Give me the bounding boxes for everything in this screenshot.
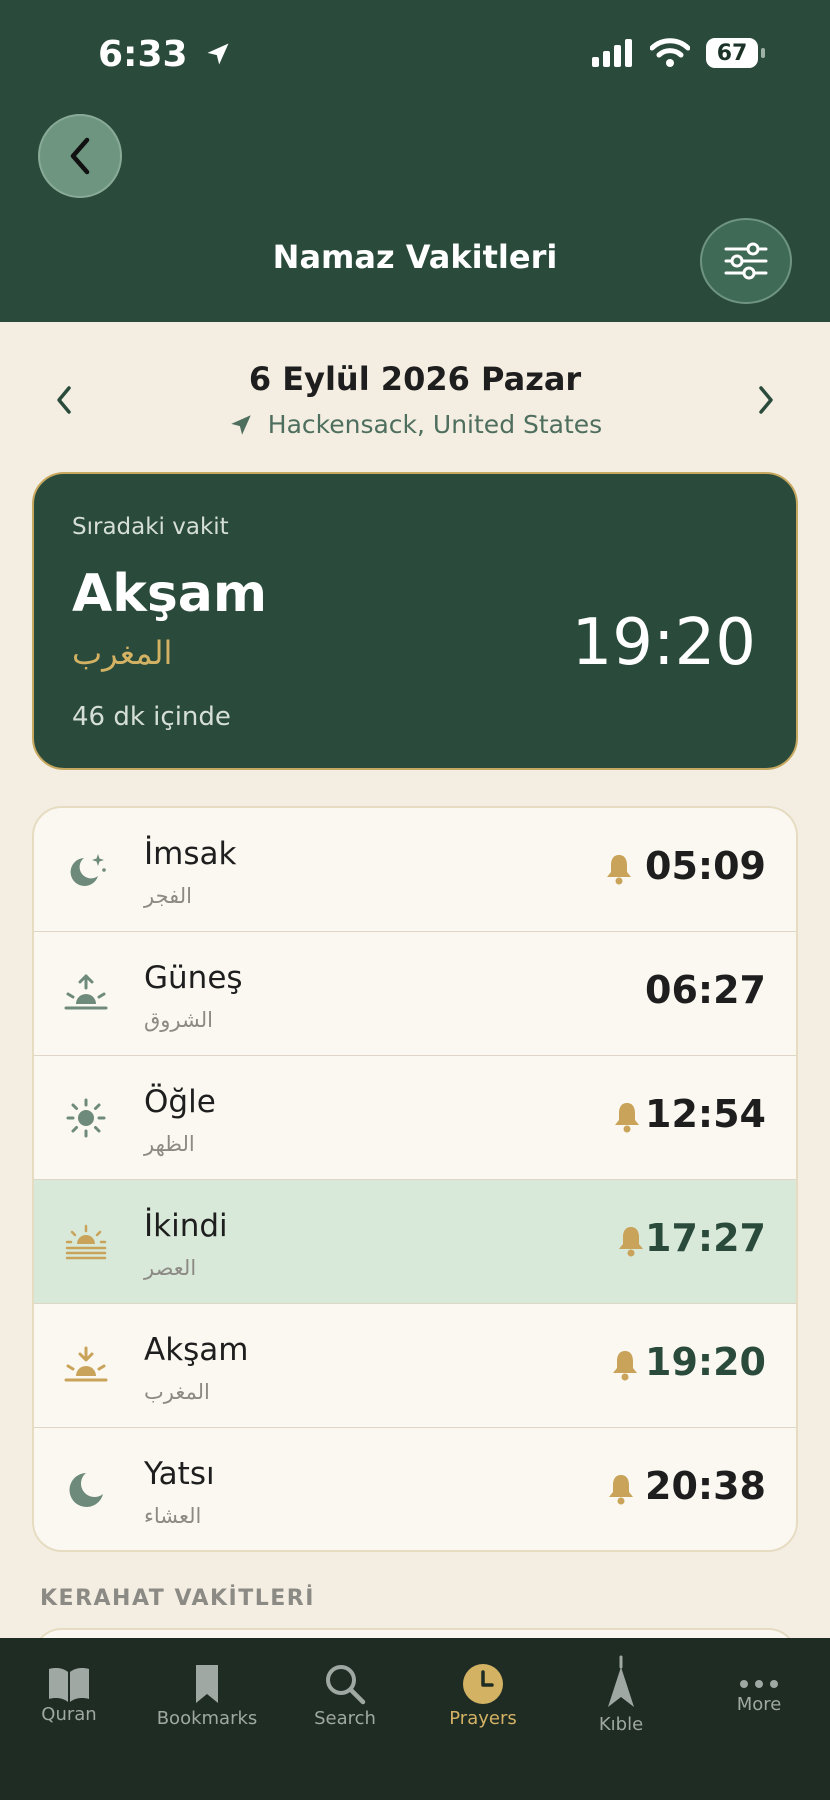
prayer-row-ikindi[interactable]: İkindi العصر 17:27	[34, 1180, 796, 1304]
next-prayer-time: 19:20	[571, 606, 756, 680]
prayer-time: 19:20	[645, 1340, 766, 1384]
tab-label: Prayers	[449, 1708, 517, 1729]
prayer-time: 20:38	[645, 1464, 766, 1508]
chevron-left-icon	[70, 137, 90, 175]
tab-label: Quran	[41, 1704, 97, 1725]
prayer-name: İkindi	[144, 1208, 228, 1244]
prayer-row-ogle[interactable]: Öğle الظهر 12:54	[34, 1056, 796, 1180]
bell-icon[interactable]	[610, 1348, 640, 1382]
next-prayer-name: Akşam	[72, 564, 268, 624]
clock-icon	[414, 1654, 552, 1714]
moon-icon	[64, 1470, 108, 1510]
tab-label: Kıble	[598, 1714, 644, 1735]
back-button[interactable]	[38, 114, 122, 198]
bell-icon[interactable]	[604, 852, 634, 886]
bookmark-icon	[138, 1654, 276, 1714]
next-prayer-label: Sıradaki vakit	[72, 514, 229, 540]
prayer-name: Akşam	[144, 1332, 249, 1368]
selected-date: 6 Eylül 2026 Pazar	[248, 360, 582, 398]
signal-icon	[592, 39, 632, 67]
wifi-icon	[650, 38, 690, 67]
location-arrow-icon	[207, 43, 229, 65]
tab-label: More	[736, 1694, 782, 1715]
prayer-name: İmsak	[144, 836, 237, 872]
tab-bookmarks[interactable]: Bookmarks	[138, 1638, 276, 1800]
tab-qibla[interactable]: Kıble	[552, 1638, 690, 1800]
prayer-time: 05:09	[645, 844, 766, 888]
tab-label: Search	[314, 1708, 376, 1729]
sliders-icon	[724, 242, 768, 280]
prayer-row-aksam[interactable]: Akşam المغرب 19:20	[34, 1304, 796, 1428]
header: 6:33 67 Namaz Vakitleri	[0, 0, 830, 322]
bell-icon[interactable]	[606, 1472, 636, 1506]
bell-icon[interactable]	[616, 1224, 646, 1258]
prayer-arabic: الشروق	[144, 1008, 213, 1032]
tab-label: Bookmarks	[156, 1708, 258, 1729]
location-label: Hackensack, United States	[0, 410, 830, 439]
tab-quran[interactable]: Quran	[0, 1638, 138, 1800]
prayer-arabic: العشاء	[144, 1504, 202, 1528]
sun-icon	[64, 1098, 108, 1138]
search-icon	[276, 1654, 414, 1714]
tab-bar: Quran Bookmarks Search Prayers Kıble Mor…	[0, 1638, 830, 1800]
next-prayer-remaining: 46 dk içinde	[72, 702, 231, 732]
status-time: 6:33	[98, 34, 232, 75]
prayer-time: 12:54	[645, 1092, 766, 1136]
next-day-button[interactable]	[746, 380, 786, 420]
chevron-right-icon	[759, 386, 773, 414]
settings-button[interactable]	[700, 218, 792, 304]
battery-indicator: 67	[706, 38, 765, 68]
prayer-time: 06:27	[645, 968, 766, 1012]
prayer-arabic: المغرب	[144, 1380, 210, 1404]
prayer-row-gunes[interactable]: Güneş الشروق 06:27	[34, 932, 796, 1056]
bell-icon[interactable]	[612, 1100, 642, 1134]
tab-prayers[interactable]: Prayers	[414, 1638, 552, 1800]
prayer-row-yatsi[interactable]: Yatsı العشاء 20:38	[34, 1428, 796, 1550]
prayer-arabic: العصر	[144, 1256, 197, 1280]
prayer-row-imsak[interactable]: İmsak الفجر 05:09	[34, 808, 796, 932]
location-arrow-icon	[231, 414, 251, 435]
prayer-name: Güneş	[144, 960, 243, 996]
sunset-icon	[64, 1346, 108, 1386]
status-icons: 67	[592, 38, 765, 68]
next-prayer-card: Sıradaki vakit Akşam المغرب 46 dk içinde…	[32, 472, 798, 770]
sunrise-icon	[64, 974, 108, 1014]
next-prayer-arabic: المغرب	[72, 634, 173, 672]
kerahat-section-title: KERAHAT VAKİTLERİ	[40, 1586, 315, 1611]
sun-haze-icon	[64, 1222, 108, 1262]
qibla-compass-icon	[552, 1650, 690, 1716]
prayer-name: Yatsı	[144, 1456, 215, 1492]
tab-search[interactable]: Search	[276, 1638, 414, 1800]
tab-more[interactable]: More	[690, 1638, 828, 1800]
prayer-name: Öğle	[144, 1084, 216, 1120]
date-navigator: 6 Eylül 2026 Pazar Hackensack, United St…	[0, 352, 830, 442]
moon-stars-icon	[64, 850, 108, 890]
prayer-times-list: İmsak الفجر 05:09 Güneş الشروق 06:27 Öğl…	[32, 806, 798, 1552]
prayer-arabic: الفجر	[144, 884, 192, 908]
prayer-arabic: الظهر	[144, 1132, 195, 1156]
prayer-time: 17:27	[645, 1216, 766, 1260]
